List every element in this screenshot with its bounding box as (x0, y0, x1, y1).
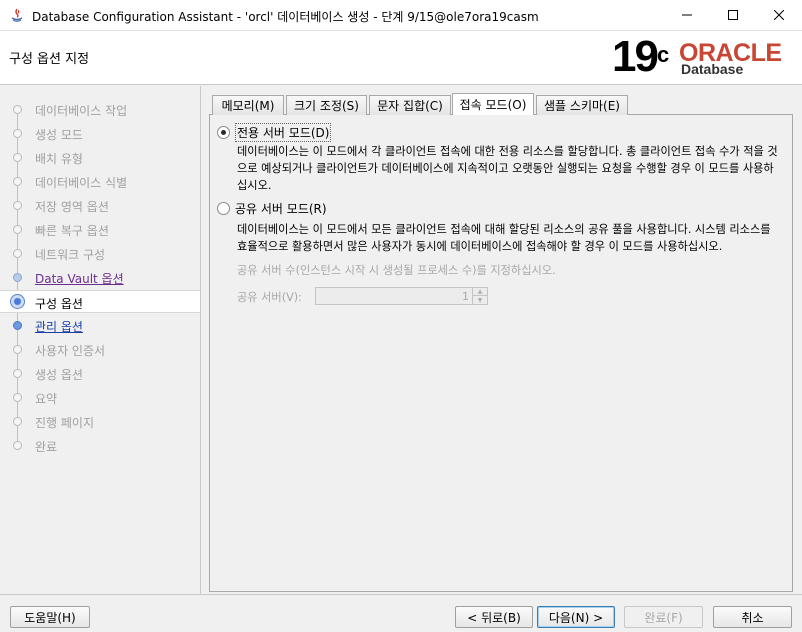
minimize-icon (682, 14, 692, 16)
sidebar-step: 구성 옵션 (0, 290, 200, 313)
finish-button[interactable]: 완료(F) (624, 606, 703, 628)
shared-server-count-value: 1 (462, 290, 469, 303)
sidebar-step-label: 저장 영역 옵션 (35, 200, 109, 214)
sidebar-step-label: 완료 (35, 440, 58, 454)
sidebar-step-label: 사용자 인증서 (35, 344, 106, 358)
close-icon (774, 10, 784, 20)
sidebar-step[interactable]: 관리 옵션 (0, 314, 200, 337)
step-indicator-icon (13, 177, 22, 186)
page-title: 구성 옵션 지정 (9, 52, 90, 67)
tab-memory[interactable]: 메모리(M) (212, 95, 284, 115)
shared-server-count-label: 공유 서버(V): (237, 291, 302, 304)
wizard-steps-sidebar: 데이터베이스 작업생성 모드배치 유형데이터베이스 식별저장 영역 옵션빠른 복… (0, 86, 201, 594)
dedicated-server-radio[interactable] (217, 126, 230, 139)
oracle-19c-logo: 19c (612, 32, 670, 81)
sidebar-step-label[interactable]: Data Vault 옵션 (35, 270, 124, 287)
back-button[interactable]: < 뒤로(B) (455, 606, 533, 628)
sidebar-step-label: 진행 페이지 (35, 416, 95, 430)
shared-server-count-hint: 공유 서버 수(인스턴스 시작 시 생성될 프로세스 수)를 지정하십시오. (237, 264, 556, 277)
maximize-icon (728, 10, 738, 20)
dedicated-server-option[interactable]: 전용 서버 모드(D) (217, 123, 332, 142)
tab-sizing[interactable]: 크기 조정(S) (286, 95, 367, 115)
step-indicator-icon (13, 201, 22, 210)
maximize-button[interactable] (710, 0, 756, 30)
minimize-button[interactable] (664, 0, 710, 30)
step-indicator-icon (13, 441, 22, 450)
sidebar-step: 완료 (0, 434, 200, 457)
spinner-arrows[interactable]: ▲ ▼ (472, 288, 487, 304)
step-indicator-icon (13, 417, 22, 426)
sidebar-step-label: 네트워크 구성 (35, 248, 106, 262)
sidebar-step: 데이터베이스 작업 (0, 98, 200, 121)
cancel-button[interactable]: 취소 (713, 606, 792, 628)
step-indicator-icon (10, 294, 25, 309)
step-indicator-icon (13, 345, 22, 354)
window-title: Database Configuration Assistant - 'orcl… (32, 10, 539, 24)
sidebar-step-label: 데이터베이스 작업 (35, 104, 128, 118)
shared-server-option[interactable]: 공유 서버 모드(R) (217, 200, 327, 217)
sidebar-step-label: 구성 옵션 (35, 297, 83, 311)
help-button[interactable]: 도움말(H) (10, 606, 90, 628)
step-indicator-icon (13, 153, 22, 162)
step-indicator-icon (13, 129, 22, 138)
sidebar-step: 생성 옵션 (0, 362, 200, 385)
spinner-up-icon[interactable]: ▲ (473, 288, 487, 296)
step-indicator-icon (13, 273, 22, 282)
sidebar-step-label: 생성 옵션 (35, 368, 83, 382)
sidebar-step-label: 빠른 복구 옵션 (35, 224, 109, 238)
shared-server-count-spinner[interactable]: 1 ▲ ▼ (315, 287, 488, 305)
tab-character-set[interactable]: 문자 집합(C) (369, 95, 451, 115)
sidebar-step-label: 생성 모드 (35, 128, 83, 142)
sidebar-step: 요약 (0, 386, 200, 409)
step-indicator-icon (13, 225, 22, 234)
dedicated-server-label[interactable]: 전용 서버 모드(D) (235, 123, 332, 142)
sidebar-step-label: 데이터베이스 식별 (35, 176, 128, 190)
step-indicator-icon (13, 393, 22, 402)
sidebar-step: 데이터베이스 식별 (0, 170, 200, 193)
sidebar-step: 네트워크 구성 (0, 242, 200, 265)
step-indicator-icon (13, 369, 22, 378)
spinner-down-icon[interactable]: ▼ (473, 296, 487, 304)
page-header: 구성 옵션 지정 19c ORACLE Database (0, 31, 802, 85)
step-indicator-icon (13, 105, 22, 114)
sidebar-step: 진행 페이지 (0, 410, 200, 433)
sidebar-step-label[interactable]: 관리 옵션 (35, 318, 83, 335)
sidebar-step-label: 배치 유형 (35, 152, 83, 166)
close-button[interactable] (756, 0, 802, 30)
sidebar-step: 생성 모드 (0, 122, 200, 145)
sidebar-step[interactable]: Data Vault 옵션 (0, 266, 200, 289)
sidebar-step: 저장 영역 옵션 (0, 194, 200, 217)
shared-server-description: 데이터베이스는 이 모드에서 모든 클라이언트 접속에 대해 할당된 리소스의 … (237, 223, 771, 253)
step-indicator-icon (13, 321, 22, 330)
sidebar-step-label: 요약 (35, 392, 58, 406)
next-button[interactable]: 다음(N) > (537, 606, 615, 628)
dedicated-server-description: 데이터베이스는 이 모드에서 각 클라이언트 접속에 대한 전용 리소스를 할당… (237, 145, 778, 192)
sidebar-step: 배치 유형 (0, 146, 200, 169)
sidebar-step: 빠른 복구 옵션 (0, 218, 200, 241)
title-bar: Database Configuration Assistant - 'orcl… (0, 0, 802, 31)
shared-server-radio[interactable] (217, 202, 230, 215)
shared-server-label[interactable]: 공유 서버 모드(R) (235, 200, 327, 217)
tab-connection-mode[interactable]: 접속 모드(O) (452, 93, 534, 115)
step-indicator-icon (13, 249, 22, 258)
tab-sample-schema[interactable]: 샘플 스키마(E) (536, 95, 628, 115)
database-product-label: Database (681, 61, 744, 77)
java-app-icon (11, 8, 23, 22)
sidebar-step: 사용자 인증서 (0, 338, 200, 361)
wizard-footer: 도움말(H) < 뒤로(B) 다음(N) > 완료(F) 취소 (0, 594, 802, 632)
